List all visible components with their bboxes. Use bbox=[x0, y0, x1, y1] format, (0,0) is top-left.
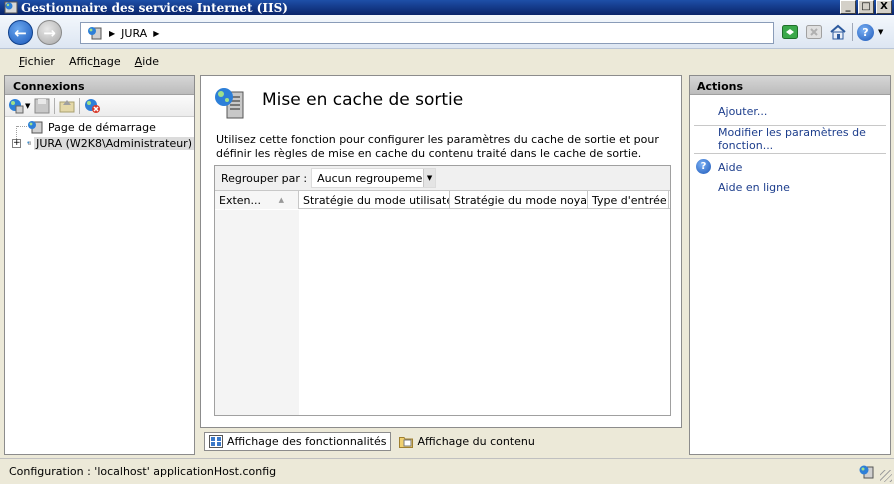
menu-affichage[interactable]: Affichage bbox=[62, 55, 128, 68]
home-icon[interactable] bbox=[828, 22, 848, 42]
actions-title: Actions bbox=[690, 76, 890, 95]
tab-content-view[interactable]: Affichage du contenu bbox=[395, 432, 538, 451]
resize-grip[interactable] bbox=[880, 470, 892, 482]
action-online-help-link[interactable]: Aide en ligne bbox=[718, 181, 790, 194]
action-add-link[interactable]: Ajouter... bbox=[718, 105, 767, 118]
list-body[interactable] bbox=[215, 210, 670, 415]
status-bar: Configuration : 'localhost' applicationH… bbox=[0, 458, 894, 484]
help-icon[interactable]: ? bbox=[857, 23, 874, 41]
back-button[interactable]: ← bbox=[8, 20, 33, 45]
connections-toolbar: ▼ bbox=[5, 95, 194, 117]
actions-separator bbox=[694, 153, 886, 154]
tree-expander-plus-icon[interactable]: + bbox=[12, 138, 21, 148]
connect-icon[interactable]: ▼ bbox=[8, 98, 30, 114]
start-page-icon bbox=[28, 121, 43, 134]
toolbar-separator bbox=[54, 97, 56, 114]
action-modify-settings-link[interactable]: Modifier les paramètres de fonction... bbox=[718, 126, 878, 152]
tab-features-label: Affichage des fonctionnalités bbox=[227, 435, 387, 448]
help-icon: ? bbox=[696, 159, 711, 174]
save-icon[interactable] bbox=[34, 98, 50, 114]
server-icon bbox=[88, 27, 102, 40]
action-help-link[interactable]: Aide bbox=[718, 161, 742, 174]
tree-item-label: Page de démarrage bbox=[48, 120, 156, 134]
actions-panel: Actions Ajouter... Modifier les paramètr… bbox=[689, 75, 891, 455]
page-description: Utilisez cette fonction pour configurer … bbox=[216, 133, 659, 160]
group-by-select[interactable]: Aucun regroupement ▼ bbox=[311, 168, 437, 188]
connections-panel: Connexions ▼ Page de démarrage + JURA (W… bbox=[4, 75, 195, 455]
arrow-left-icon: ← bbox=[14, 23, 27, 42]
connections-tree: Page de démarrage + JURA (W2K8\Administr… bbox=[5, 117, 194, 151]
up-level-icon[interactable] bbox=[59, 98, 75, 114]
breadcrumb[interactable]: ▶ JURA ▶ bbox=[80, 22, 774, 44]
toolbar-separator bbox=[852, 23, 853, 41]
maximize-button[interactable]: □ bbox=[858, 0, 874, 14]
iis-app-icon bbox=[4, 1, 18, 14]
tab-features-view[interactable]: Affichage des fonctionnalités bbox=[204, 432, 392, 451]
arrow-right-icon: → bbox=[43, 23, 56, 42]
content-view-icon bbox=[399, 437, 414, 448]
features-view-icon bbox=[209, 435, 223, 448]
chevron-down-icon[interactable]: ▼ bbox=[423, 169, 436, 187]
close-button[interactable]: X bbox=[876, 0, 892, 14]
group-by-label: Regrouper par : bbox=[221, 171, 308, 185]
tab-content-label: Affichage du contenu bbox=[417, 435, 535, 448]
connections-title: Connexions bbox=[5, 76, 194, 95]
status-text: Configuration : 'localhost' applicationH… bbox=[9, 465, 277, 478]
menu-bar: Fichier Affichage Aide bbox=[0, 50, 894, 72]
view-switcher: Affichage des fonctionnalités Affichage … bbox=[204, 432, 539, 451]
tree-item-jura-server[interactable]: + JURA (W2K8\Administrateur) bbox=[5, 135, 194, 151]
network-status-icon bbox=[859, 465, 874, 479]
breadcrumb-item-jura[interactable]: JURA bbox=[121, 27, 147, 40]
column-header-kernel-mode-policy[interactable]: Stratégie du mode noyau bbox=[450, 191, 588, 209]
disconnect-icon[interactable] bbox=[84, 98, 101, 114]
tree-item-label: JURA (W2K8\Administrateur) bbox=[34, 136, 194, 150]
forward-button[interactable]: → bbox=[37, 20, 62, 45]
chevron-down-icon[interactable]: ▼ bbox=[878, 28, 883, 36]
column-headers: Exten... ▲ Stratégie du mode utilisateur… bbox=[215, 191, 670, 209]
group-by-bar: Regrouper par : Aucun regroupement ▼ bbox=[215, 166, 670, 191]
stop-icon[interactable] bbox=[804, 22, 824, 42]
tree-item-start-page[interactable]: Page de démarrage bbox=[5, 119, 194, 135]
menu-fichier[interactable]: Fichier bbox=[12, 55, 62, 68]
cache-rules-list: Regrouper par : Aucun regroupement ▼ Ext… bbox=[214, 165, 671, 416]
address-bar: ← → ▶ JURA ▶ ? ▼ bbox=[0, 15, 894, 49]
server-icon bbox=[27, 141, 31, 145]
window-title: Gestionnaire des services Internet (IIS) bbox=[21, 0, 288, 15]
breadcrumb-separator-icon[interactable]: ▶ bbox=[153, 29, 159, 38]
page-title: Mise en cache de sortie bbox=[262, 90, 464, 110]
menu-aide[interactable]: Aide bbox=[128, 55, 166, 68]
sort-ascending-icon: ▲ bbox=[278, 196, 284, 204]
breadcrumb-separator-icon[interactable]: ▶ bbox=[109, 29, 115, 38]
output-cache-icon bbox=[215, 88, 244, 119]
group-by-value: Aucun regroupement bbox=[317, 171, 434, 185]
column-header-user-mode-policy[interactable]: Stratégie du mode utilisateur bbox=[299, 191, 450, 209]
title-bar: Gestionnaire des services Internet (IIS)… bbox=[0, 0, 894, 15]
column-header-entry-type[interactable]: Type d'entrée bbox=[588, 191, 669, 209]
minimize-button[interactable]: _ bbox=[840, 0, 856, 14]
sorted-column-highlight bbox=[215, 210, 299, 415]
column-header-extension[interactable]: Exten... ▲ bbox=[215, 191, 299, 209]
feature-page: Mise en cache de sortie Utilisez cette f… bbox=[200, 75, 682, 428]
refresh-icon[interactable] bbox=[780, 22, 800, 42]
toolbar-separator bbox=[79, 97, 81, 114]
